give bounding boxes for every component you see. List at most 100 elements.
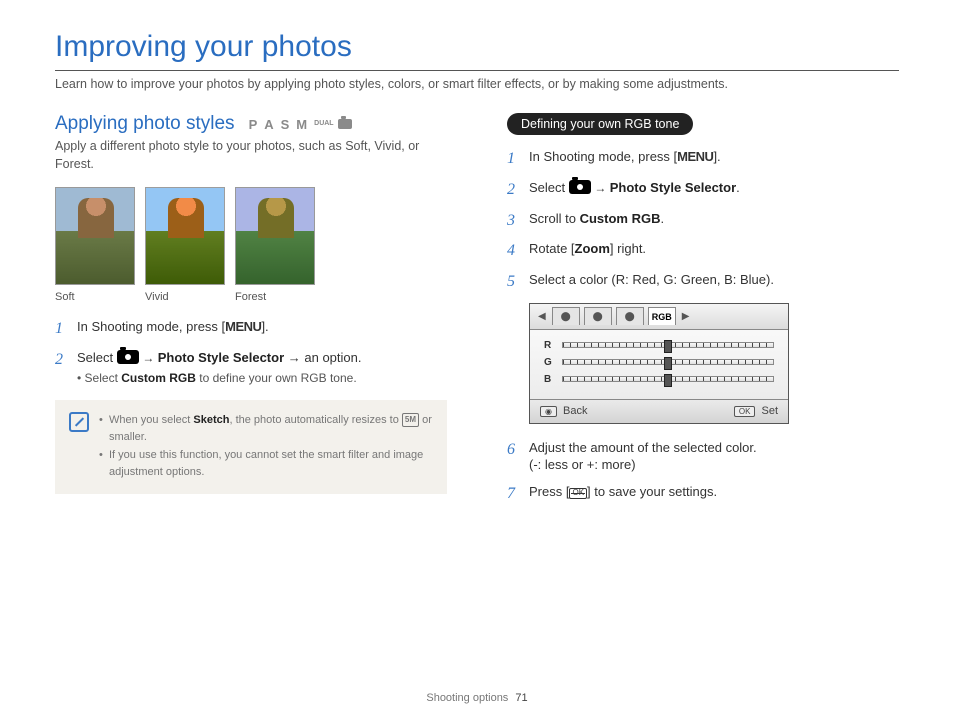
step-number: 3 <box>507 211 521 232</box>
step-text: Select <box>529 180 569 195</box>
mode-s: S <box>281 117 293 132</box>
style-tab: ⬤ <box>584 307 612 325</box>
back-key-icon: ◉ <box>540 406 557 417</box>
style-thumbnails: Soft Vivid Forest <box>55 187 447 303</box>
step-5: 5 Select a color (R: Red, G: Green, B: B… <box>507 272 899 293</box>
rgb-label: B <box>544 374 554 385</box>
tab-arrow-right-icon: ▶ <box>680 311 692 322</box>
step-text: → an option. <box>288 350 362 365</box>
step-7: 7 Press [OK] to save your settings. <box>507 484 899 505</box>
section-desc: Apply a different photo style to your ph… <box>55 138 447 173</box>
step-number: 7 <box>507 484 521 505</box>
step-text: ] right. <box>610 241 646 256</box>
rgb-footer: ◉ Back OK Set <box>530 399 788 423</box>
substep-text: to define your own RGB tone. <box>196 371 357 385</box>
step-text: (-: less or +: more) <box>529 457 899 474</box>
rgb-row-g: G <box>544 357 774 368</box>
rgb-panel: ◀ ⬤ ⬤ ⬤ RGB ▶ R G B <box>529 303 789 424</box>
note-item: When you select Sketch, the photo automa… <box>99 412 433 445</box>
note-item: If you use this function, you cannot set… <box>99 447 433 480</box>
thumb-image <box>55 187 135 285</box>
mode-dual-icon: DUAL <box>314 120 333 127</box>
thumb-vivid: Vivid <box>145 187 225 303</box>
footer-page-number: 71 <box>515 692 527 704</box>
thumb-image <box>145 187 225 285</box>
thumb-caption: Vivid <box>145 291 225 303</box>
movie-mode-icon <box>338 119 352 129</box>
thumb-caption: Soft <box>55 291 135 303</box>
step-text: Select <box>77 350 117 365</box>
camera-icon <box>569 180 591 194</box>
note-box: When you select Sketch, the photo automa… <box>55 400 447 494</box>
style-tab: ⬤ <box>616 307 644 325</box>
set-label: Set <box>761 405 778 417</box>
subsection-pill: Defining your own RGB tone <box>507 113 693 135</box>
rgb-label: G <box>544 357 554 368</box>
step-3: 3 Scroll to Custom RGB. <box>507 211 899 232</box>
mode-icons: P A S M DUAL <box>249 117 352 132</box>
step-text: Adjust the amount of the selected color. <box>529 440 899 457</box>
step-number: 1 <box>507 149 521 170</box>
step-number: 6 <box>507 440 521 474</box>
step-text: In Shooting mode, press [ <box>77 319 225 334</box>
thumb-forest: Forest <box>235 187 315 303</box>
note-bold: Sketch <box>193 414 229 426</box>
note-icon <box>69 412 89 432</box>
menu-button-icon: MENU <box>225 319 261 334</box>
arrow-icon: → <box>142 351 157 365</box>
page-title: Improving your photos <box>55 30 899 64</box>
back-label: Back <box>563 405 587 417</box>
title-rule <box>55 70 899 71</box>
size-icon: 5M <box>402 413 419 427</box>
step-number: 4 <box>507 241 521 262</box>
step-text: Scroll to <box>529 211 580 226</box>
step-text: . <box>660 211 664 226</box>
step-number: 5 <box>507 272 521 293</box>
step-text: Select a color (R: Red, G: Green, B: Blu… <box>529 272 899 293</box>
step-text: ] to save your settings. <box>587 484 717 499</box>
camera-icon <box>117 350 139 364</box>
substep: Select Custom RGB to define your own RGB… <box>77 371 447 387</box>
menu-button-icon: MENU <box>677 149 713 164</box>
rgb-row-r: R <box>544 340 774 351</box>
step-number: 1 <box>55 319 69 340</box>
page-footer: Shooting options 71 <box>0 692 954 704</box>
step-4: 4 Rotate [Zoom] right. <box>507 241 899 262</box>
rgb-tabs: ◀ ⬤ ⬤ ⬤ RGB ▶ <box>530 304 788 330</box>
step-1: 1 In Shooting mode, press [MENU]. <box>507 149 899 170</box>
style-tab-rgb: RGB <box>648 307 676 325</box>
step-text: In Shooting mode, press [ <box>529 149 677 164</box>
step-target: Zoom <box>575 241 610 256</box>
note-text: When you select <box>109 414 193 426</box>
step-target: Photo Style Selector <box>158 350 284 365</box>
left-column: Applying photo styles P A S M DUAL Apply… <box>55 113 447 515</box>
style-tab: ⬤ <box>552 307 580 325</box>
ok-key-icon: OK <box>734 406 756 417</box>
right-column: Defining your own RGB tone 1 In Shooting… <box>507 113 899 515</box>
ok-menu-icon: OK <box>569 488 587 499</box>
tab-arrow-left-icon: ◀ <box>536 311 548 322</box>
substep-target: Custom RGB <box>121 371 196 385</box>
rgb-slider[interactable] <box>562 359 774 365</box>
mode-p: P <box>249 117 261 132</box>
step-2: 2 Select → Photo Style Selector → an opt… <box>55 350 447 386</box>
step-2: 2 Select → Photo Style Selector. <box>507 180 899 201</box>
step-text: ]. <box>713 149 720 164</box>
step-number: 2 <box>55 350 69 386</box>
footer-section: Shooting options <box>426 692 508 704</box>
step-text: ]. <box>261 319 268 334</box>
rgb-slider[interactable] <box>562 376 774 382</box>
step-1: 1 In Shooting mode, press [MENU]. <box>55 319 447 340</box>
note-text: , the photo automatically resizes to <box>229 414 401 426</box>
thumb-caption: Forest <box>235 291 315 303</box>
rgb-slider[interactable] <box>562 342 774 348</box>
mode-a: A <box>264 117 276 132</box>
step-target: Custom RGB <box>580 211 661 226</box>
step-text: Press [ <box>529 484 569 499</box>
rgb-row-b: B <box>544 374 774 385</box>
step-text: Rotate [ <box>529 241 575 256</box>
mode-m: M <box>296 117 310 132</box>
substep-text: Select <box>85 371 122 385</box>
step-6: 6 Adjust the amount of the selected colo… <box>507 440 899 474</box>
section-heading: Applying photo styles <box>55 113 235 135</box>
